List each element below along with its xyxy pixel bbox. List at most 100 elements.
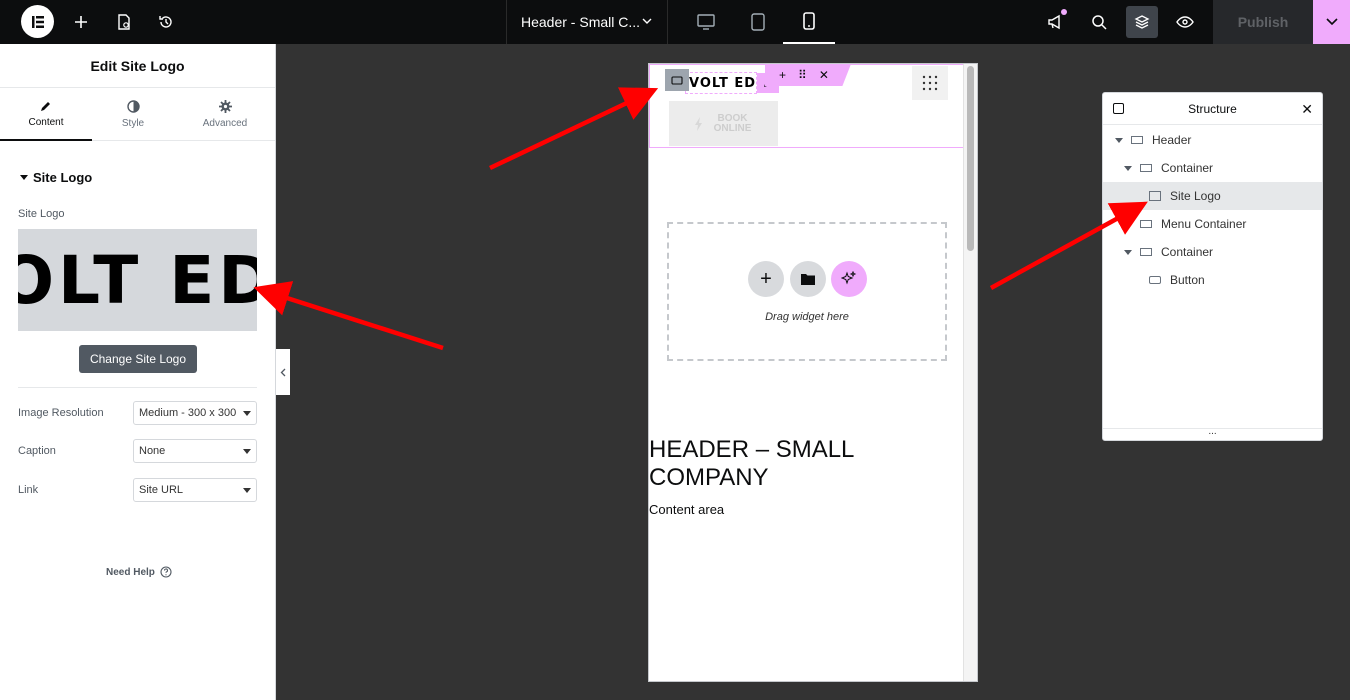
change-site-logo-button[interactable]: Change Site Logo <box>79 345 197 373</box>
caret-down-icon <box>243 488 251 493</box>
tablet-view-button[interactable] <box>732 0 784 44</box>
preview-eye-icon[interactable] <box>1174 0 1196 44</box>
link-select[interactable]: Site URL <box>133 478 257 502</box>
caption-label: Caption <box>18 445 56 457</box>
structure-item-label: Menu Container <box>1161 217 1247 231</box>
close-icon[interactable]: ✕ <box>1301 101 1313 118</box>
container-icon <box>1131 136 1143 144</box>
drag-widget-hint: Drag widget here <box>765 311 849 323</box>
ai-generate-icon[interactable] <box>831 261 867 297</box>
search-icon[interactable] <box>1088 0 1110 44</box>
canvas-scrollbar[interactable] <box>963 64 977 681</box>
structure-item-site-logo[interactable]: Site Logo <box>1103 182 1322 210</box>
sparkle-icon <box>841 271 857 285</box>
structure-item-header[interactable]: Header <box>1103 126 1322 154</box>
caret-down-icon <box>1124 165 1132 171</box>
select-value: None <box>139 445 166 457</box>
structure-header: Structure ✕ <box>1103 93 1322 125</box>
elementor-logo-icon[interactable] <box>21 5 54 38</box>
grid-dots-icon <box>922 75 938 91</box>
scrollbar-thumb[interactable] <box>967 66 974 251</box>
add-icon[interactable]: + <box>779 68 786 82</box>
tablet-icon <box>751 13 765 31</box>
caret-down-icon <box>243 449 251 454</box>
layers-icon <box>1134 15 1150 29</box>
structure-item-label: Container <box>1161 245 1214 259</box>
structure-item-label: Header <box>1152 133 1192 147</box>
structure-title: Structure <box>1188 101 1237 116</box>
add-element-icon[interactable] <box>70 0 92 44</box>
button-widget-icon <box>1149 276 1161 284</box>
arrow-to-canvas-logo <box>489 87 659 171</box>
chevron-left-icon <box>280 368 286 376</box>
document-title-dropdown[interactable]: Header - Small C... <box>506 0 668 44</box>
image-resolution-label: Image Resolution <box>18 407 104 419</box>
arrow-to-panel-logo <box>253 281 444 351</box>
container-icon <box>1140 164 1152 172</box>
tab-advanced[interactable]: Advanced <box>179 88 271 141</box>
structure-toggle-button[interactable] <box>1126 6 1158 38</box>
section-title: Site Logo <box>33 170 93 185</box>
structure-item-container[interactable]: Container <box>1103 154 1322 182</box>
tab-style[interactable]: Style <box>87 88 179 141</box>
book-online-label: BOOK ONLINE <box>713 112 752 134</box>
resize-handle[interactable]: ... <box>1103 427 1322 440</box>
add-section-icon[interactable]: + <box>748 261 784 297</box>
collapse-panel-button[interactable] <box>276 349 290 395</box>
select-value: Medium - 300 x 300 <box>139 407 237 419</box>
document-title: Header - Small C... <box>521 14 641 30</box>
drag-handle-icon[interactable]: ⠿ <box>798 68 807 82</box>
caret-down-icon <box>1124 249 1132 255</box>
template-library-icon[interactable] <box>790 261 826 297</box>
desktop-icon <box>697 14 715 30</box>
caption-select[interactable]: None <box>133 439 257 463</box>
caret-down-icon <box>243 411 251 416</box>
need-help-label: Need Help <box>106 566 155 578</box>
chevron-down-icon <box>642 18 652 24</box>
structure-item-label: Container <box>1161 161 1214 175</box>
folder-icon <box>801 274 815 285</box>
mobile-canvas: BOOK ONLINE VOLT EDG + ⠿ ✕ + Drag widget… <box>648 63 978 682</box>
structure-item-button[interactable]: Button <box>1103 266 1322 294</box>
contrast-icon <box>126 100 140 113</box>
empty-drop-zone[interactable]: + Drag widget here <box>667 222 947 361</box>
container-icon <box>1140 220 1152 228</box>
image-resolution-select[interactable]: Medium - 300 x 300 <box>133 401 257 425</box>
top-bar: Header - Small C... Publish <box>0 0 1350 44</box>
structure-item-container-2[interactable]: Container <box>1103 238 1322 266</box>
widget-handle[interactable] <box>665 69 689 91</box>
page-heading: HEADER – SMALL COMPANY <box>649 436 854 491</box>
history-icon[interactable] <box>155 0 177 44</box>
mobile-view-button[interactable] <box>783 0 835 44</box>
publish-options-button[interactable] <box>1313 0 1350 44</box>
desktop-view-button[interactable] <box>680 0 732 44</box>
logo-preview-text: OLT ED <box>18 241 257 319</box>
editor-panel: Edit Site Logo Content Style Advanced Si… <box>0 44 276 700</box>
structure-item-label: Site Logo <box>1170 189 1221 203</box>
menu-toggle-icon[interactable] <box>912 66 948 100</box>
tab-label: Content <box>28 116 64 128</box>
dock-panel-icon[interactable] <box>1113 103 1124 114</box>
site-logo-label: Site Logo <box>18 208 65 220</box>
select-value: Site URL <box>139 484 184 496</box>
tab-label: Advanced <box>202 118 248 129</box>
tab-label: Style <box>121 118 145 129</box>
need-help-link[interactable]: Need Help <box>106 566 172 578</box>
tab-content[interactable]: Content <box>0 88 92 141</box>
structure-item-label: Button <box>1170 273 1205 287</box>
close-icon[interactable]: ✕ <box>819 68 829 82</box>
section-toggle-site-logo[interactable]: Site Logo <box>20 170 92 185</box>
site-logo-widget[interactable]: VOLT EDG <box>685 72 757 94</box>
container-icon <box>1140 248 1152 256</box>
book-online-button[interactable]: BOOK ONLINE <box>669 101 778 146</box>
publish-button[interactable]: Publish <box>1213 0 1313 44</box>
structure-item-menu-container[interactable]: Menu Container <box>1103 210 1322 238</box>
link-label: Link <box>18 484 39 496</box>
caret-down-icon <box>20 174 28 180</box>
page-settings-icon[interactable] <box>113 0 135 44</box>
divider <box>18 387 257 388</box>
chevron-down-icon <box>1325 18 1338 26</box>
lightning-icon <box>694 116 702 131</box>
whats-new-icon[interactable] <box>1045 0 1067 44</box>
site-logo-preview[interactable]: OLT ED <box>18 229 257 331</box>
